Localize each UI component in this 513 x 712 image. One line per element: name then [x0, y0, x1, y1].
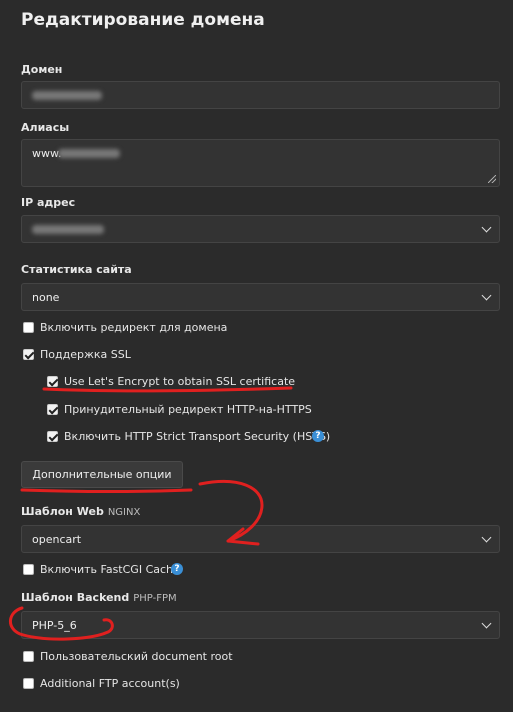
- ssl-label: Поддержка SSL: [40, 348, 131, 361]
- domain-value-redacted: [32, 91, 102, 100]
- backend-template-title: Шаблон Backend: [21, 591, 130, 604]
- annotation-underline-letsencrypt: [42, 386, 293, 393]
- letsencrypt-label: Use Let's Encrypt to obtain SSL certific…: [64, 375, 296, 388]
- help-icon[interactable]: ?: [171, 563, 183, 575]
- chevron-down-icon: [481, 290, 492, 301]
- force-https-label: Принудительный редирект HTTP-на-HTTPS: [64, 403, 312, 416]
- backend-template-label: Шаблон Backend PHP-FPM: [21, 591, 177, 604]
- letsencrypt-checkbox[interactable]: [47, 376, 58, 387]
- stats-label: Статистика сайта: [21, 263, 132, 276]
- stats-select[interactable]: none: [21, 283, 500, 311]
- backend-template-value: PHP-5_6: [32, 619, 77, 632]
- ssl-checkbox[interactable]: [23, 349, 34, 360]
- backend-template-select[interactable]: PHP-5_6: [21, 611, 500, 639]
- domain-label: Домен: [21, 63, 63, 76]
- page-title: Редактирование домена: [21, 10, 265, 30]
- ip-select[interactable]: [21, 215, 500, 243]
- web-template-engine: NGINX: [107, 507, 141, 518]
- redirect-label: Включить редирект для домена: [40, 321, 228, 334]
- ftp-label: Additional FTP account(s): [40, 677, 180, 690]
- domain-input[interactable]: [21, 81, 500, 109]
- hsts-label: Включить HTTP Strict Transport Security …: [64, 430, 331, 443]
- resize-handle-icon[interactable]: [488, 175, 496, 183]
- ip-value-redacted: [32, 225, 104, 234]
- docroot-checkbox[interactable]: [23, 651, 34, 662]
- docroot-label: Пользовательский document root: [40, 650, 233, 663]
- stats-value: none: [32, 291, 60, 304]
- advanced-options-button[interactable]: Дополнительные опции: [21, 461, 183, 488]
- hsts-checkbox[interactable]: [47, 431, 58, 442]
- aliases-label: Алиасы: [21, 121, 70, 134]
- chevron-down-icon: [481, 222, 492, 233]
- web-template-title: Шаблон Web: [21, 505, 104, 518]
- web-template-label: Шаблон Web NGINX: [21, 505, 140, 518]
- chevron-down-icon: [481, 532, 492, 543]
- ip-label: IP адрес: [21, 196, 76, 209]
- web-template-select[interactable]: opencart: [21, 525, 500, 553]
- force-https-checkbox[interactable]: [47, 404, 58, 415]
- web-template-value: opencart: [32, 533, 82, 546]
- help-icon[interactable]: ?: [312, 430, 324, 442]
- chevron-down-icon: [481, 618, 492, 629]
- aliases-value-redacted: [58, 149, 120, 158]
- fastcgi-checkbox[interactable]: [23, 564, 34, 575]
- ftp-checkbox[interactable]: [23, 678, 34, 689]
- aliases-textarea[interactable]: www.: [21, 139, 500, 187]
- redirect-checkbox[interactable]: [23, 322, 34, 333]
- annotation-underline-advanced: [20, 488, 193, 493]
- fastcgi-label: Включить FastCGI Cache: [40, 563, 180, 576]
- backend-template-engine: PHP-FPM: [133, 593, 177, 604]
